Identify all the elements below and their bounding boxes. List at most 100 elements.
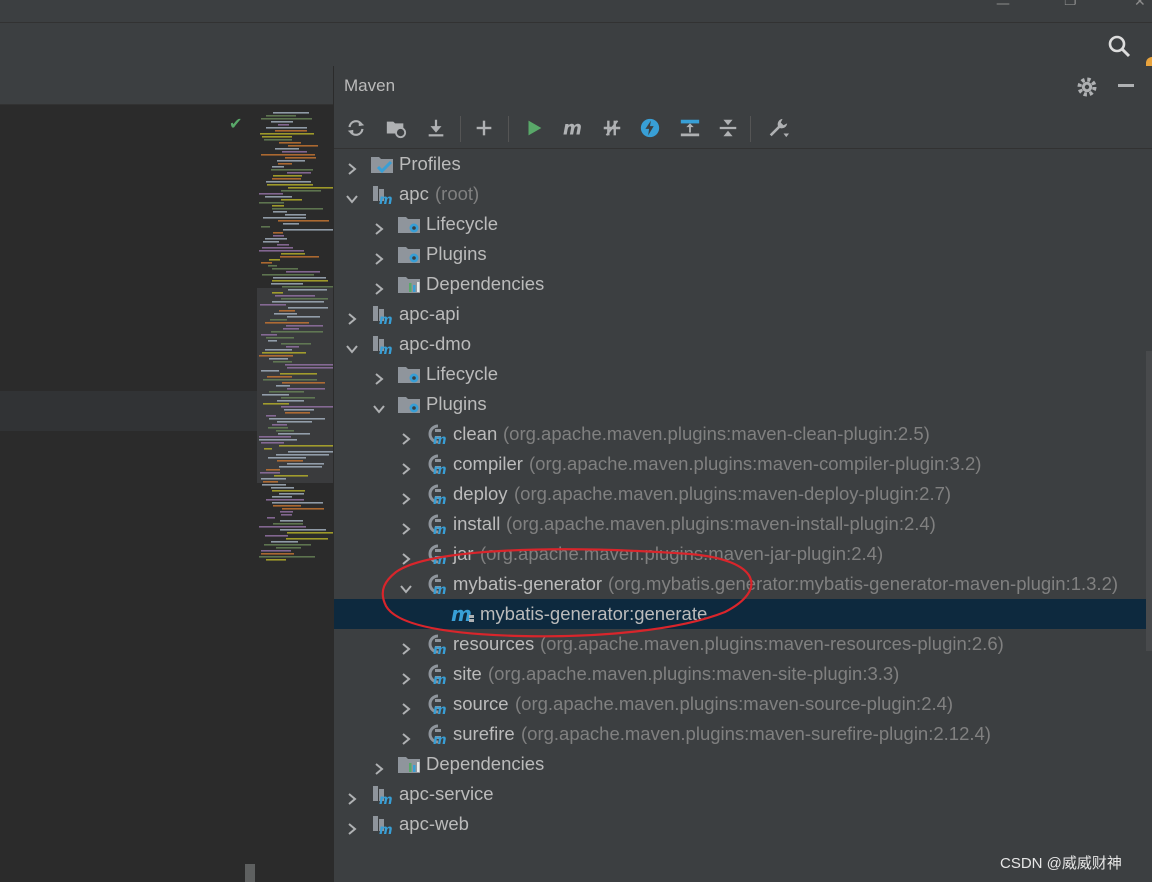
maven-m-icon: m	[560, 117, 584, 139]
svg-text:m: m	[379, 823, 393, 835]
chevron-right-icon[interactable]	[398, 546, 414, 565]
reload-all-maven-projects-button[interactable]	[342, 114, 370, 142]
tree-node[interactable]: m clean (org.apache.maven.plugins:maven-cl…	[334, 419, 1146, 449]
chevron-right-icon[interactable]	[371, 756, 387, 775]
close-window-icon[interactable]: ✕	[1134, 0, 1146, 9]
maven-settings-button[interactable]	[764, 114, 792, 142]
chevron-down-icon[interactable]	[398, 576, 414, 594]
show-dependencies-button[interactable]	[676, 114, 704, 142]
tree-node[interactable]: Plugins	[334, 239, 1146, 269]
tree-node[interactable]: m install (org.apache.maven.plugins:maven-…	[334, 509, 1146, 539]
tree-node[interactable]: m deploy (org.apache.maven.plugins:maven-d…	[334, 479, 1146, 509]
maven-projects-tree[interactable]: Profiles m apc (root) Lifecycle Plugins Depend…	[334, 149, 1152, 882]
tree-node-detail: (org.apache.maven.plugins:maven-resource…	[540, 633, 1004, 654]
chevron-right-icon[interactable]	[344, 156, 360, 175]
maven-plugin-icon: m	[424, 723, 448, 748]
tree-node[interactable]: Dependencies	[334, 749, 1146, 779]
tool-window-title: Maven	[344, 76, 396, 95]
chevron-right-icon[interactable]	[371, 366, 387, 385]
dependencies-folder-icon	[397, 753, 421, 775]
download-sources-button[interactable]	[422, 114, 450, 142]
chevron-right-icon[interactable]	[371, 276, 387, 295]
tree-node-label: apc	[399, 183, 429, 204]
tree-node-label: jar	[453, 543, 474, 564]
tree-node[interactable]: m apc (root)	[334, 179, 1146, 209]
tree-node-label: mybatis-generator:generate	[480, 603, 708, 624]
maven-plugin-icon: m	[424, 573, 448, 598]
generate-sources-button[interactable]	[382, 114, 410, 142]
svg-text:m: m	[379, 343, 393, 355]
tree-node[interactable]: m apc-dmo	[334, 329, 1146, 359]
tree-node[interactable]: m jar (org.apache.maven.plugins:maven-jar-…	[334, 539, 1146, 569]
chevron-right-icon[interactable]	[344, 816, 360, 835]
lifecycle-folder-icon	[397, 213, 421, 235]
chevron-right-icon[interactable]	[398, 726, 414, 745]
chevron-down-icon[interactable]	[371, 396, 387, 414]
search-icon[interactable]	[1106, 33, 1132, 59]
tree-node[interactable]: Profiles	[334, 149, 1146, 179]
tree-node[interactable]: Lifecycle	[334, 359, 1146, 389]
svg-text:m: m	[433, 583, 447, 595]
dependencies-folder-icon	[397, 273, 421, 295]
tree-node[interactable]: m site (org.apache.maven.plugins:maven-sit…	[334, 659, 1146, 689]
run-maven-build-button[interactable]	[520, 114, 548, 142]
tree-node[interactable]: Plugins	[334, 389, 1146, 419]
chevron-down-icon[interactable]	[344, 186, 360, 204]
chevron-right-icon[interactable]	[344, 786, 360, 805]
add-maven-project-button[interactable]	[470, 114, 498, 142]
tree-node[interactable]: m apc-service	[334, 779, 1146, 809]
chevron-right-icon[interactable]	[398, 636, 414, 655]
tree-node-detail: (org.apache.maven.plugins:maven-install-…	[506, 513, 936, 534]
maven-project-icon: m	[370, 783, 394, 808]
chevron-right-icon[interactable]	[371, 216, 387, 235]
tree-node-label: apc-api	[399, 303, 460, 324]
chevron-right-icon[interactable]	[344, 306, 360, 325]
editor-scrollbar-thumb[interactable]	[245, 864, 255, 882]
profiles-folder-icon	[370, 153, 394, 175]
chevron-right-icon[interactable]	[398, 666, 414, 685]
chevron-right-icon[interactable]	[398, 456, 414, 475]
chevron-right-icon[interactable]	[398, 516, 414, 535]
plus-icon	[473, 117, 495, 139]
toolbar-separator	[508, 116, 509, 142]
tree-node[interactable]: Lifecycle	[334, 209, 1146, 239]
tree-scrollbar-thumb[interactable]	[1146, 351, 1152, 651]
minimize-window-icon[interactable]: —	[996, 0, 1010, 11]
wrench-icon	[766, 117, 790, 139]
toggle-offline-mode-button[interactable]	[598, 114, 626, 142]
svg-text:m: m	[379, 193, 393, 205]
tree-node-label: install	[453, 513, 501, 534]
chevron-right-icon[interactable]	[398, 486, 414, 505]
restore-window-icon[interactable]: ❐	[1064, 0, 1077, 8]
chevron-right-icon[interactable]	[398, 696, 414, 715]
tree-node-label: deploy	[453, 483, 508, 504]
main-toolbar	[0, 22, 1152, 77]
svg-text:m: m	[433, 703, 447, 715]
tree-node[interactable]: m mybatis-generator:generate	[334, 599, 1146, 629]
tree-node[interactable]: m apc-api	[334, 299, 1146, 329]
tree-node-label: Dependencies	[426, 753, 545, 774]
tree-node[interactable]: m mybatis-generator (org.mybatis.generator…	[334, 569, 1146, 599]
skip-tests-button[interactable]	[636, 114, 664, 142]
chevron-right-icon[interactable]	[398, 426, 414, 445]
tree-node[interactable]: m resources (org.apache.maven.plugins:mave…	[334, 629, 1146, 659]
tree-node[interactable]: m apc-web	[334, 809, 1146, 839]
tree-node[interactable]: Dependencies	[334, 269, 1146, 299]
tree-node-label: source	[453, 693, 509, 714]
maven-tool-window: Maven m Profiles m apc (root) Lifecycle Plugi…	[333, 66, 1152, 882]
tree-node[interactable]: m compiler (org.apache.maven.plugins:maven…	[334, 449, 1146, 479]
chevron-down-icon[interactable]	[344, 336, 360, 354]
gear-icon[interactable]	[1076, 76, 1098, 98]
svg-text:m: m	[433, 433, 447, 445]
maven-project-icon: m	[370, 303, 394, 328]
maven-plugin-icon: m	[424, 663, 448, 688]
tree-node[interactable]: m source (org.apache.maven.plugins:maven-s…	[334, 689, 1146, 719]
refresh-icon	[345, 117, 367, 139]
execute-maven-goal-button[interactable]: m	[558, 114, 586, 142]
tree-node[interactable]: m surefire (org.apache.maven.plugins:maven…	[334, 719, 1146, 749]
code-editor[interactable]: ✔	[0, 66, 333, 882]
tree-node-label: site	[453, 663, 482, 684]
hide-tool-window-icon[interactable]	[1118, 84, 1134, 87]
chevron-right-icon[interactable]	[371, 246, 387, 265]
collapse-all-button[interactable]	[714, 114, 742, 142]
